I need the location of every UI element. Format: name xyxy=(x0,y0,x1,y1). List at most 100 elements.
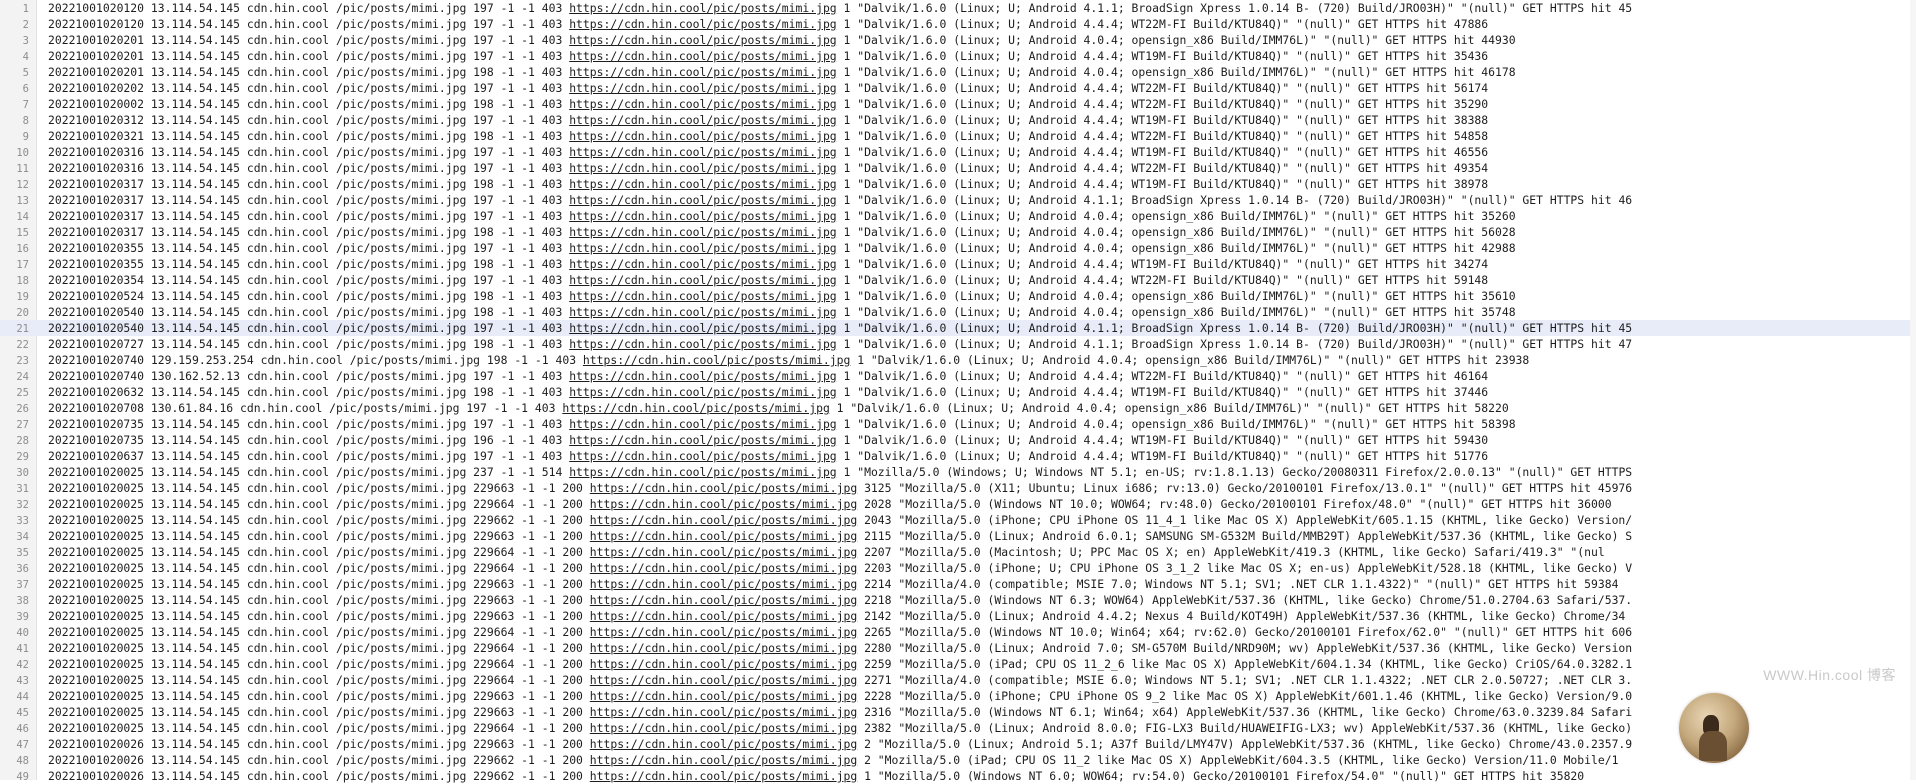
log-line[interactable]: 34 20221001020025 13.114.54.145 cdn.hin.c… xyxy=(0,528,1916,544)
log-url-link[interactable]: https://cdn.hin.cool/pic/posts/mimi.jpg xyxy=(569,145,836,159)
log-line[interactable]: 18 20221001020354 13.114.54.145 cdn.hin.c… xyxy=(0,272,1916,288)
log-line[interactable]: 30 20221001020025 13.114.54.145 cdn.hin.c… xyxy=(0,464,1916,480)
log-url-link[interactable]: https://cdn.hin.cool/pic/posts/mimi.jpg xyxy=(569,113,836,127)
log-editor[interactable]: 1 20221001020120 13.114.54.145 cdn.hin.co… xyxy=(0,0,1916,783)
log-line[interactable]: 8 20221001020312 13.114.54.145 cdn.hin.co… xyxy=(0,112,1916,128)
log-line[interactable]: 25 20221001020632 13.114.54.145 cdn.hin.c… xyxy=(0,384,1916,400)
log-line[interactable]: 49 20221001020026 13.114.54.145 cdn.hin.c… xyxy=(0,768,1916,784)
log-url-link[interactable]: https://cdn.hin.cool/pic/posts/mimi.jpg xyxy=(569,161,836,175)
log-url-link[interactable]: https://cdn.hin.cool/pic/posts/mimi.jpg xyxy=(569,433,836,447)
log-url-link[interactable]: https://cdn.hin.cool/pic/posts/mimi.jpg xyxy=(569,17,836,31)
log-url-link[interactable]: https://cdn.hin.cool/pic/posts/mimi.jpg xyxy=(590,481,857,495)
log-line[interactable]: 39 20221001020025 13.114.54.145 cdn.hin.c… xyxy=(0,608,1916,624)
log-line[interactable]: 7 20221001020002 13.114.54.145 cdn.hin.co… xyxy=(0,96,1916,112)
log-line[interactable]: 36 20221001020025 13.114.54.145 cdn.hin.c… xyxy=(0,560,1916,576)
log-url-link[interactable]: https://cdn.hin.cool/pic/posts/mimi.jpg xyxy=(569,385,836,399)
log-url-link[interactable]: https://cdn.hin.cool/pic/posts/mimi.jpg xyxy=(569,449,836,463)
log-url-link[interactable]: https://cdn.hin.cool/pic/posts/mimi.jpg xyxy=(590,497,857,511)
log-url-link[interactable]: https://cdn.hin.cool/pic/posts/mimi.jpg xyxy=(590,609,857,623)
log-line[interactable]: 21 20221001020540 13.114.54.145 cdn.hin.c… xyxy=(0,320,1916,336)
log-url-link[interactable]: https://cdn.hin.cool/pic/posts/mimi.jpg xyxy=(590,561,857,575)
log-line[interactable]: 17 20221001020355 13.114.54.145 cdn.hin.c… xyxy=(0,256,1916,272)
log-url-link[interactable]: https://cdn.hin.cool/pic/posts/mimi.jpg xyxy=(569,465,836,479)
log-url-link[interactable]: https://cdn.hin.cool/pic/posts/mimi.jpg xyxy=(569,337,836,351)
log-url-link[interactable]: https://cdn.hin.cool/pic/posts/mimi.jpg xyxy=(569,369,836,383)
log-url-link[interactable]: https://cdn.hin.cool/pic/posts/mimi.jpg xyxy=(590,689,857,703)
log-line[interactable]: 45 20221001020025 13.114.54.145 cdn.hin.c… xyxy=(0,704,1916,720)
log-line[interactable]: 3 20221001020201 13.114.54.145 cdn.hin.co… xyxy=(0,32,1916,48)
log-url-link[interactable]: https://cdn.hin.cool/pic/posts/mimi.jpg xyxy=(569,49,836,63)
log-line[interactable]: 19 20221001020524 13.114.54.145 cdn.hin.c… xyxy=(0,288,1916,304)
log-line[interactable]: 1 20221001020120 13.114.54.145 cdn.hin.co… xyxy=(0,0,1916,16)
log-line[interactable]: 41 20221001020025 13.114.54.145 cdn.hin.c… xyxy=(0,640,1916,656)
log-line[interactable]: 24 20221001020740 130.162.52.13 cdn.hin.c… xyxy=(0,368,1916,384)
log-line[interactable]: 42 20221001020025 13.114.54.145 cdn.hin.c… xyxy=(0,656,1916,672)
log-url-link[interactable]: https://cdn.hin.cool/pic/posts/mimi.jpg xyxy=(569,1,836,15)
log-line[interactable]: 43 20221001020025 13.114.54.145 cdn.hin.c… xyxy=(0,672,1916,688)
log-url-link[interactable]: https://cdn.hin.cool/pic/posts/mimi.jpg xyxy=(590,753,857,767)
log-line[interactable]: 46 20221001020025 13.114.54.145 cdn.hin.c… xyxy=(0,720,1916,736)
log-line[interactable]: 26 20221001020708 130.61.84.16 cdn.hin.co… xyxy=(0,400,1916,416)
log-line[interactable]: 11 20221001020316 13.114.54.145 cdn.hin.c… xyxy=(0,160,1916,176)
log-line[interactable]: 5 20221001020201 13.114.54.145 cdn.hin.co… xyxy=(0,64,1916,80)
log-line[interactable]: 20 20221001020540 13.114.54.145 cdn.hin.c… xyxy=(0,304,1916,320)
log-line[interactable]: 10 20221001020316 13.114.54.145 cdn.hin.c… xyxy=(0,144,1916,160)
log-url-link[interactable]: https://cdn.hin.cool/pic/posts/mimi.jpg xyxy=(569,241,836,255)
log-url-link[interactable]: https://cdn.hin.cool/pic/posts/mimi.jpg xyxy=(569,65,836,79)
log-line[interactable]: 44 20221001020025 13.114.54.145 cdn.hin.c… xyxy=(0,688,1916,704)
log-url-link[interactable]: https://cdn.hin.cool/pic/posts/mimi.jpg xyxy=(590,577,857,591)
log-line[interactable]: 32 20221001020025 13.114.54.145 cdn.hin.c… xyxy=(0,496,1916,512)
log-url-link[interactable]: https://cdn.hin.cool/pic/posts/mimi.jpg xyxy=(590,593,857,607)
log-line[interactable]: 2 20221001020120 13.114.54.145 cdn.hin.co… xyxy=(0,16,1916,32)
log-url-link[interactable]: https://cdn.hin.cool/pic/posts/mimi.jpg xyxy=(590,545,857,559)
log-url-link[interactable]: https://cdn.hin.cool/pic/posts/mimi.jpg xyxy=(569,97,836,111)
avatar-icon[interactable] xyxy=(1679,693,1749,763)
log-url-link[interactable]: https://cdn.hin.cool/pic/posts/mimi.jpg xyxy=(569,177,836,191)
log-url-link[interactable]: https://cdn.hin.cool/pic/posts/mimi.jpg xyxy=(569,321,836,335)
log-line[interactable]: 6 20221001020202 13.114.54.145 cdn.hin.co… xyxy=(0,80,1916,96)
log-url-link[interactable]: https://cdn.hin.cool/pic/posts/mimi.jpg xyxy=(590,721,857,735)
log-url-link[interactable]: https://cdn.hin.cool/pic/posts/mimi.jpg xyxy=(590,705,857,719)
log-line[interactable]: 33 20221001020025 13.114.54.145 cdn.hin.c… xyxy=(0,512,1916,528)
log-url-link[interactable]: https://cdn.hin.cool/pic/posts/mimi.jpg xyxy=(569,81,836,95)
log-line[interactable]: 12 20221001020317 13.114.54.145 cdn.hin.c… xyxy=(0,176,1916,192)
log-lines[interactable]: 1 20221001020120 13.114.54.145 cdn.hin.co… xyxy=(0,0,1916,784)
log-line[interactable]: 35 20221001020025 13.114.54.145 cdn.hin.c… xyxy=(0,544,1916,560)
log-url-link[interactable]: https://cdn.hin.cool/pic/posts/mimi.jpg xyxy=(569,273,836,287)
log-url-link[interactable]: https://cdn.hin.cool/pic/posts/mimi.jpg xyxy=(569,129,836,143)
log-url-link[interactable]: https://cdn.hin.cool/pic/posts/mimi.jpg xyxy=(569,289,836,303)
log-line[interactable]: 13 20221001020317 13.114.54.145 cdn.hin.c… xyxy=(0,192,1916,208)
log-url-link[interactable]: https://cdn.hin.cool/pic/posts/mimi.jpg xyxy=(590,737,857,751)
log-line[interactable]: 14 20221001020317 13.114.54.145 cdn.hin.c… xyxy=(0,208,1916,224)
log-url-link[interactable]: https://cdn.hin.cool/pic/posts/mimi.jpg xyxy=(569,33,836,47)
log-url-link[interactable]: https://cdn.hin.cool/pic/posts/mimi.jpg xyxy=(569,417,836,431)
log-line[interactable]: 40 20221001020025 13.114.54.145 cdn.hin.c… xyxy=(0,624,1916,640)
log-line[interactable]: 22 20221001020727 13.114.54.145 cdn.hin.c… xyxy=(0,336,1916,352)
log-url-link[interactable]: https://cdn.hin.cool/pic/posts/mimi.jpg xyxy=(590,625,857,639)
log-line[interactable]: 29 20221001020637 13.114.54.145 cdn.hin.c… xyxy=(0,448,1916,464)
log-line[interactable]: 15 20221001020317 13.114.54.145 cdn.hin.c… xyxy=(0,224,1916,240)
log-line[interactable]: 16 20221001020355 13.114.54.145 cdn.hin.c… xyxy=(0,240,1916,256)
log-line[interactable]: 28 20221001020735 13.114.54.145 cdn.hin.c… xyxy=(0,432,1916,448)
log-line[interactable]: 4 20221001020201 13.114.54.145 cdn.hin.co… xyxy=(0,48,1916,64)
log-url-link[interactable]: https://cdn.hin.cool/pic/posts/mimi.jpg xyxy=(569,225,836,239)
log-line[interactable]: 31 20221001020025 13.114.54.145 cdn.hin.c… xyxy=(0,480,1916,496)
log-url-link[interactable]: https://cdn.hin.cool/pic/posts/mimi.jpg xyxy=(569,209,836,223)
log-line[interactable]: 27 20221001020735 13.114.54.145 cdn.hin.c… xyxy=(0,416,1916,432)
log-url-link[interactable]: https://cdn.hin.cool/pic/posts/mimi.jpg xyxy=(590,513,857,527)
log-line[interactable]: 47 20221001020026 13.114.54.145 cdn.hin.c… xyxy=(0,736,1916,752)
log-url-link[interactable]: https://cdn.hin.cool/pic/posts/mimi.jpg xyxy=(569,193,836,207)
log-url-link[interactable]: https://cdn.hin.cool/pic/posts/mimi.jpg xyxy=(590,657,857,671)
log-url-link[interactable]: https://cdn.hin.cool/pic/posts/mimi.jpg xyxy=(590,641,857,655)
log-url-link[interactable]: https://cdn.hin.cool/pic/posts/mimi.jpg xyxy=(590,529,857,543)
log-line[interactable]: 23 20221001020740 129.159.253.254 cdn.hin… xyxy=(0,352,1916,368)
log-line[interactable]: 37 20221001020025 13.114.54.145 cdn.hin.c… xyxy=(0,576,1916,592)
log-url-link[interactable]: https://cdn.hin.cool/pic/posts/mimi.jpg xyxy=(562,401,829,415)
log-line[interactable]: 48 20221001020026 13.114.54.145 cdn.hin.c… xyxy=(0,752,1916,768)
vertical-scrollbar[interactable] xyxy=(1910,0,1916,780)
log-line[interactable]: 9 20221001020321 13.114.54.145 cdn.hin.co… xyxy=(0,128,1916,144)
log-url-link[interactable]: https://cdn.hin.cool/pic/posts/mimi.jpg xyxy=(583,353,850,367)
log-url-link[interactable]: https://cdn.hin.cool/pic/posts/mimi.jpg xyxy=(590,769,857,783)
log-line[interactable]: 38 20221001020025 13.114.54.145 cdn.hin.c… xyxy=(0,592,1916,608)
log-url-link[interactable]: https://cdn.hin.cool/pic/posts/mimi.jpg xyxy=(590,673,857,687)
